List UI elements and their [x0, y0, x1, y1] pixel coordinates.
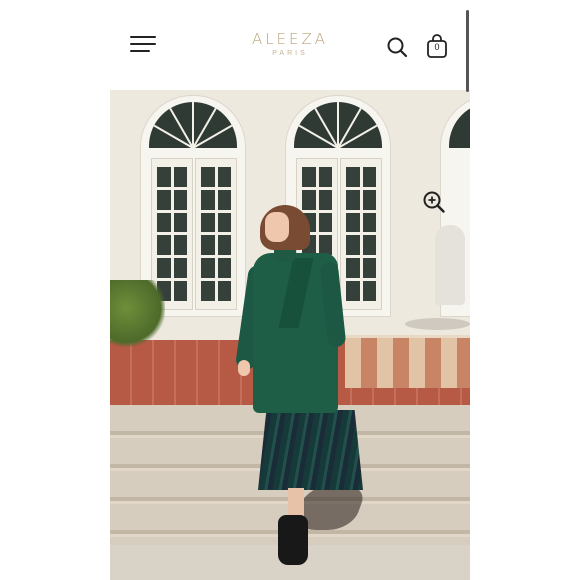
search-icon[interactable] [386, 36, 408, 58]
cart-count-badge: 0 [434, 42, 440, 52]
brand-name: ALEEZA [251, 30, 329, 48]
shrubs [110, 280, 165, 350]
fountain-basin [405, 318, 470, 330]
model-hand [238, 360, 250, 376]
hamburger-menu-icon[interactable] [130, 34, 156, 54]
product-hero-image[interactable] [110, 90, 470, 580]
model-face [265, 212, 289, 242]
garden-statue [435, 225, 465, 305]
scrollbar[interactable] [466, 10, 469, 92]
brand-logo[interactable]: ALEEZA PARIS [240, 30, 340, 57]
tiled-fountain [345, 335, 470, 388]
phone-screen: ALEEZA PARIS 0 [110, 0, 470, 580]
black-boots [278, 515, 308, 565]
site-header: ALEEZA PARIS 0 [110, 0, 470, 90]
pleated-skirt [258, 410, 363, 490]
zoom-in-icon[interactable] [422, 190, 446, 214]
brand-subtitle: PARIS [272, 50, 308, 57]
shopping-bag-icon[interactable]: 0 [425, 33, 449, 59]
model-legs [288, 488, 304, 518]
